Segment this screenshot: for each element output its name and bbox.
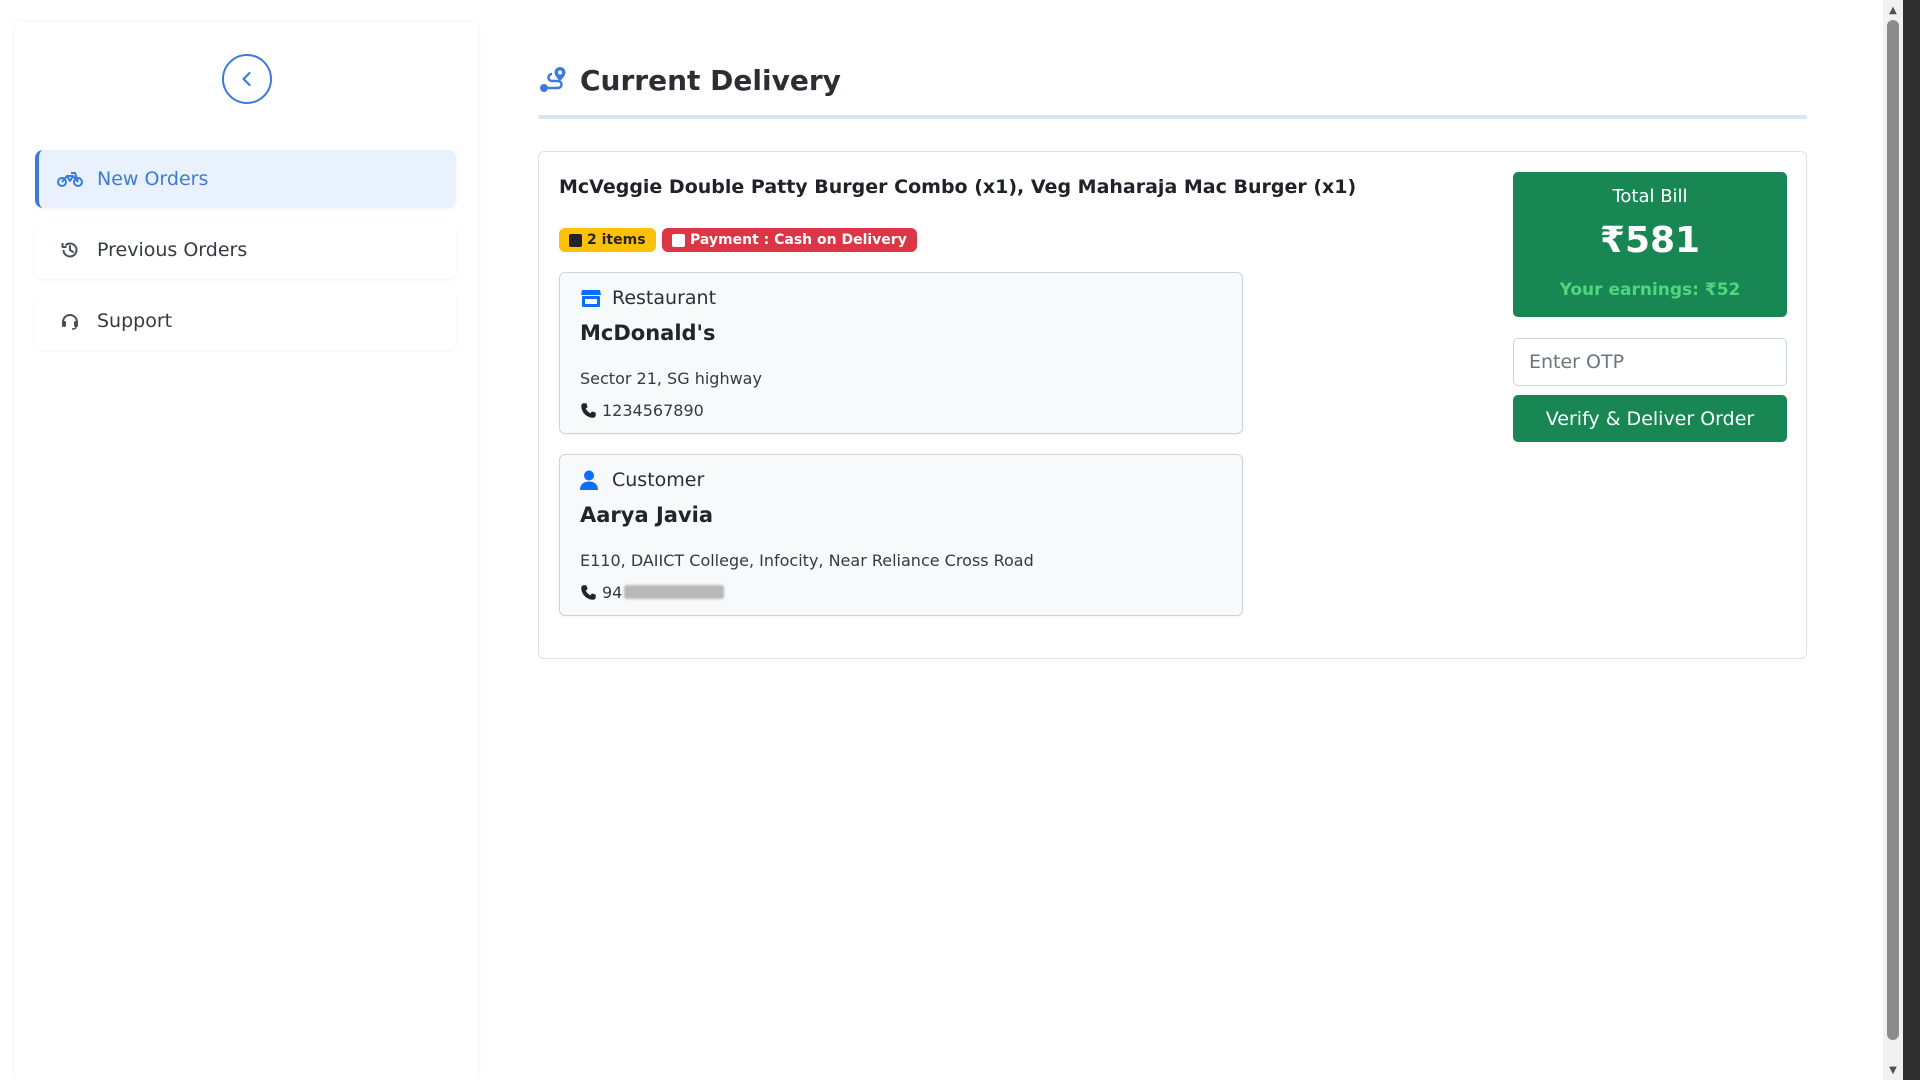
sidebar-collapse-button[interactable] — [222, 54, 272, 104]
scroll-up-icon[interactable]: ▲ — [1887, 4, 1899, 16]
restaurant-heading-text: Restaurant — [612, 287, 717, 309]
user-icon — [580, 469, 602, 491]
customer-phone[interactable]: 94 — [580, 581, 725, 603]
page-title-text: Current Delivery — [580, 63, 841, 97]
payment-badge: Payment : Cash on Delivery — [662, 228, 917, 252]
customer-address: E110, DAIICT College, Infocity, Near Rel… — [580, 551, 1034, 570]
otp-input[interactable] — [1513, 338, 1787, 386]
restaurant-info-box: Restaurant McDonald's Sector 21, SG high… — [559, 272, 1243, 434]
sidebar-item-previous-orders[interactable]: Previous Orders — [35, 221, 456, 279]
app: New Orders Previous Orders Support Curre… — [0, 0, 1920, 1080]
total-bill-label: Total Bill — [1612, 186, 1688, 207]
chevron-left-icon — [242, 71, 251, 87]
sidebar-item-label: Support — [97, 310, 173, 332]
customer-heading-text: Customer — [612, 469, 705, 491]
restaurant-heading: Restaurant — [580, 285, 716, 311]
customer-phone-prefix: 94 — [602, 582, 623, 602]
customer-info-box: Customer Aarya Javia E110, DAIICT Colleg… — [559, 454, 1243, 616]
total-bill-panel: Total Bill ₹581 Your earnings: ₹52 — [1513, 172, 1787, 317]
motorcycle-icon — [57, 168, 83, 190]
phone-redaction — [624, 585, 725, 599]
box-icon — [569, 233, 582, 247]
scroll-down-icon[interactable]: ▼ — [1887, 1064, 1899, 1076]
phone-icon — [580, 583, 598, 601]
sidebar-item-new-orders[interactable]: New Orders — [35, 150, 456, 208]
items-count-text: 2 items — [587, 232, 646, 248]
customer-heading: Customer — [580, 467, 704, 493]
page-scrollbar[interactable]: ▲ ▼ — [1883, 0, 1903, 1080]
phone-icon — [580, 401, 598, 419]
sidebar: New Orders Previous Orders Support — [15, 22, 478, 1080]
sidebar-item-label: New Orders — [97, 168, 209, 190]
title-divider — [538, 115, 1807, 119]
restaurant-phone[interactable]: 1234567890 — [580, 399, 704, 421]
history-icon — [57, 239, 83, 261]
earnings-text: Your earnings: ₹52 — [1559, 280, 1741, 300]
verify-deliver-button[interactable]: Verify & Deliver Order — [1513, 395, 1787, 442]
scroll-thumb[interactable] — [1887, 20, 1899, 1040]
customer-name: Aarya Javia — [580, 503, 713, 527]
store-icon — [580, 287, 602, 309]
order-items-title: McVeggie Double Patty Burger Combo (x1),… — [559, 176, 1357, 198]
items-count-badge: 2 items — [559, 228, 656, 252]
page-title: Current Delivery — [538, 58, 841, 102]
window-edge — [1903, 0, 1920, 1080]
wallet-icon — [672, 233, 685, 247]
payment-text: Payment : Cash on Delivery — [690, 232, 907, 248]
sidebar-item-support[interactable]: Support — [35, 292, 456, 350]
current-delivery-card: McVeggie Double Patty Burger Combo (x1),… — [538, 151, 1807, 659]
total-bill-amount: ₹581 — [1599, 220, 1701, 261]
restaurant-phone-number: 1234567890 — [602, 400, 704, 420]
route-icon — [538, 64, 570, 96]
headset-icon — [57, 310, 83, 332]
restaurant-name: McDonald's — [580, 321, 716, 345]
restaurant-address: Sector 21, SG highway — [580, 369, 762, 388]
sidebar-item-label: Previous Orders — [97, 239, 248, 261]
